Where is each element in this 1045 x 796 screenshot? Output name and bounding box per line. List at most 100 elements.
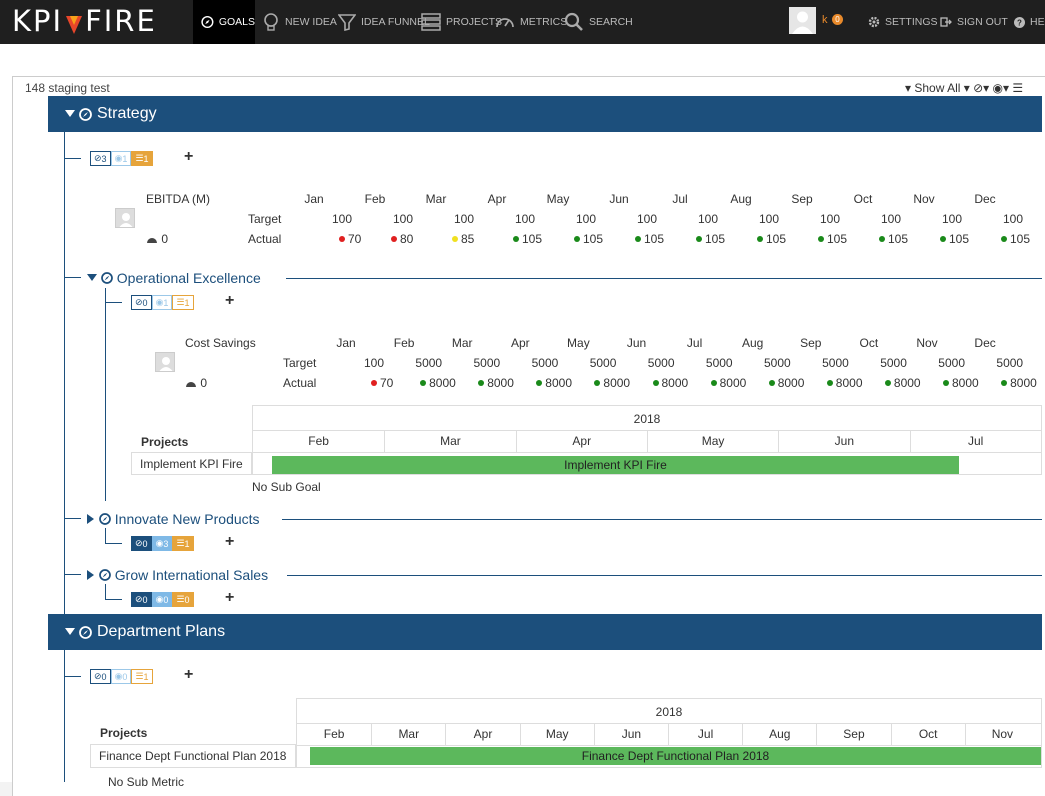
actual-value[interactable]: 8000 bbox=[1001, 376, 1037, 390]
actual-value[interactable]: 105 bbox=[574, 232, 603, 246]
target-value[interactable]: 100 bbox=[613, 212, 657, 226]
metric-count-badge[interactable]: ◉ 1 bbox=[151, 295, 173, 310]
add-button[interactable]: + bbox=[225, 292, 234, 310]
innovate-badges[interactable]: ⊘ 0 ◉ 3 ☰ 1 bbox=[131, 536, 194, 551]
add-button[interactable]: + bbox=[184, 148, 193, 166]
target-value[interactable]: 5000 bbox=[863, 356, 907, 370]
project-name[interactable]: Finance Dept Functional Plan 2018 bbox=[90, 744, 296, 768]
metric-count-badge[interactable]: ◉ 0 bbox=[151, 592, 173, 607]
gantt-bar[interactable]: Implement KPI Fire bbox=[272, 456, 959, 474]
actual-value[interactable]: 8000 bbox=[478, 376, 514, 390]
target-value[interactable]: 100 bbox=[340, 356, 384, 370]
project-count-badge[interactable]: ☰ 1 bbox=[172, 536, 194, 551]
gantt-bar[interactable]: Finance Dept Functional Plan 2018 bbox=[310, 747, 1041, 765]
actual-value[interactable]: 8000 bbox=[420, 376, 456, 390]
target-value[interactable]: 100 bbox=[918, 212, 962, 226]
actual-value[interactable]: 105 bbox=[879, 232, 908, 246]
target-value[interactable]: 100 bbox=[308, 212, 352, 226]
metric-count-badge[interactable]: ◉ 3 bbox=[151, 536, 173, 551]
actual-value[interactable]: 8000 bbox=[536, 376, 572, 390]
target-value[interactable]: 100 bbox=[735, 212, 779, 226]
target-value[interactable]: 5000 bbox=[921, 356, 965, 370]
actual-value[interactable]: 8000 bbox=[884, 376, 921, 390]
project-count-badge[interactable]: ☰ 0 bbox=[172, 592, 194, 607]
target-value[interactable]: 5000 bbox=[514, 356, 559, 370]
target-value[interactable]: 100 bbox=[430, 212, 474, 226]
owner-avatar[interactable] bbox=[115, 208, 135, 228]
gauge-filter-icon[interactable]: ◉▾ bbox=[993, 81, 1010, 95]
actual-value[interactable]: 105 bbox=[513, 232, 542, 246]
actual-value[interactable]: 8000 bbox=[826, 376, 863, 390]
target-value[interactable]: 5000 bbox=[631, 356, 675, 370]
project-count-badge[interactable]: ☰ 1 bbox=[172, 295, 194, 310]
goal-title[interactable]: Strategy bbox=[97, 105, 157, 123]
actual-value[interactable]: 8000 bbox=[768, 376, 804, 390]
metric-count-badge[interactable]: ◉ 1 bbox=[110, 151, 132, 166]
metric-name[interactable]: Cost Savings bbox=[185, 336, 256, 350]
subgoal-count-badge[interactable]: ⊘ 0 bbox=[131, 295, 152, 310]
show-all-toolbar[interactable]: ▾ Show All ▾ ⊘▾ ◉▾ ☰ bbox=[905, 81, 1023, 95]
nav-metrics[interactable]: METRICS bbox=[495, 0, 567, 44]
add-button[interactable]: + bbox=[184, 666, 193, 684]
metric-count-badge[interactable]: ◉ 0 bbox=[110, 669, 132, 684]
goal-title-grow-international-sales[interactable]: Grow International Sales bbox=[87, 567, 268, 583]
compass-filter-icon[interactable]: ⊘▾ bbox=[973, 81, 989, 95]
project-count-badge[interactable]: ☰ 1 bbox=[131, 669, 153, 684]
target-value[interactable]: 5000 bbox=[398, 356, 442, 370]
target-value[interactable]: 5000 bbox=[456, 356, 500, 370]
nav-projects[interactable]: PROJECTS bbox=[421, 0, 502, 44]
expand-caret-icon[interactable] bbox=[87, 514, 95, 524]
nav-new-idea[interactable]: NEW IDEA bbox=[262, 0, 337, 44]
nav-idea-funnel[interactable]: IDEA FUNNEL bbox=[338, 0, 430, 44]
nav-search[interactable]: SEARCH bbox=[564, 0, 633, 44]
add-button[interactable]: + bbox=[225, 589, 234, 607]
project-name[interactable]: Implement KPI Fire bbox=[131, 452, 252, 475]
metric-name[interactable]: EBITDA (M) bbox=[146, 192, 210, 206]
menu-icon[interactable]: ☰ bbox=[1012, 81, 1023, 95]
goal-title[interactable]: Department Plans bbox=[97, 623, 225, 641]
collapse-caret-icon[interactable] bbox=[65, 110, 75, 118]
actual-value[interactable]: 70 bbox=[339, 232, 361, 246]
subgoal-count-badge[interactable]: ⊘ 3 bbox=[90, 151, 111, 166]
target-value[interactable]: 5000 bbox=[572, 356, 617, 370]
target-value[interactable]: 100 bbox=[674, 212, 718, 226]
target-value[interactable]: 100 bbox=[979, 212, 1023, 226]
target-value[interactable]: 5000 bbox=[689, 356, 733, 370]
goal-title-operational-excellence[interactable]: Operational Excellence bbox=[87, 270, 261, 286]
kpifire-logo[interactable]: KPI FIRE bbox=[12, 4, 157, 38]
actual-value[interactable]: 85 bbox=[452, 232, 474, 246]
target-value[interactable]: 5000 bbox=[747, 356, 791, 370]
actual-value[interactable]: 8000 bbox=[652, 376, 688, 390]
actual-value[interactable]: 70 bbox=[371, 376, 393, 390]
actual-value[interactable]: 8000 bbox=[943, 376, 979, 390]
grow-badges[interactable]: ⊘ 0 ◉ 0 ☰ 0 bbox=[131, 592, 194, 607]
nav-help[interactable]: ? HELP bbox=[1014, 0, 1045, 44]
actual-value[interactable]: 8000 bbox=[594, 376, 630, 390]
nav-settings[interactable]: SETTINGS bbox=[868, 0, 938, 44]
actual-value[interactable]: 105 bbox=[940, 232, 969, 246]
subgoal-count-badge[interactable]: ⊘ 0 bbox=[131, 536, 152, 551]
actual-value[interactable]: 80 bbox=[391, 232, 413, 246]
strategy-badges[interactable]: ⊘ 3 ◉ 1 ☰ 1 bbox=[90, 151, 153, 166]
project-count-badge[interactable]: ☰ 1 bbox=[131, 151, 153, 166]
add-button[interactable]: + bbox=[225, 533, 234, 551]
nav-goals[interactable]: GOALS bbox=[193, 0, 255, 44]
actual-value[interactable]: 8000 bbox=[710, 376, 746, 390]
target-value[interactable]: 100 bbox=[857, 212, 901, 226]
subgoal-count-badge[interactable]: ⊘ 0 bbox=[90, 669, 111, 684]
goal-bar-department-plans[interactable]: Department Plans bbox=[48, 614, 1042, 650]
user-avatar[interactable] bbox=[789, 7, 816, 34]
goal-bar-strategy[interactable]: Strategy bbox=[48, 96, 1042, 132]
target-value[interactable]: 100 bbox=[552, 212, 596, 226]
target-value[interactable]: 100 bbox=[369, 212, 413, 226]
actual-value[interactable]: 105 bbox=[635, 232, 664, 246]
operational-badges[interactable]: ⊘ 0 ◉ 1 ☰ 1 bbox=[131, 295, 194, 310]
nav-sign-out[interactable]: SIGN OUT bbox=[940, 0, 1008, 44]
goal-title-innovate-new-products[interactable]: Innovate New Products bbox=[87, 511, 260, 527]
target-value[interactable]: 100 bbox=[491, 212, 535, 226]
target-value[interactable]: 5000 bbox=[979, 356, 1023, 370]
actual-value[interactable]: 105 bbox=[818, 232, 847, 246]
actual-value[interactable]: 105 bbox=[696, 232, 725, 246]
collapse-caret-icon[interactable] bbox=[87, 274, 97, 282]
show-all-dropdown[interactable]: Show All bbox=[914, 81, 960, 95]
